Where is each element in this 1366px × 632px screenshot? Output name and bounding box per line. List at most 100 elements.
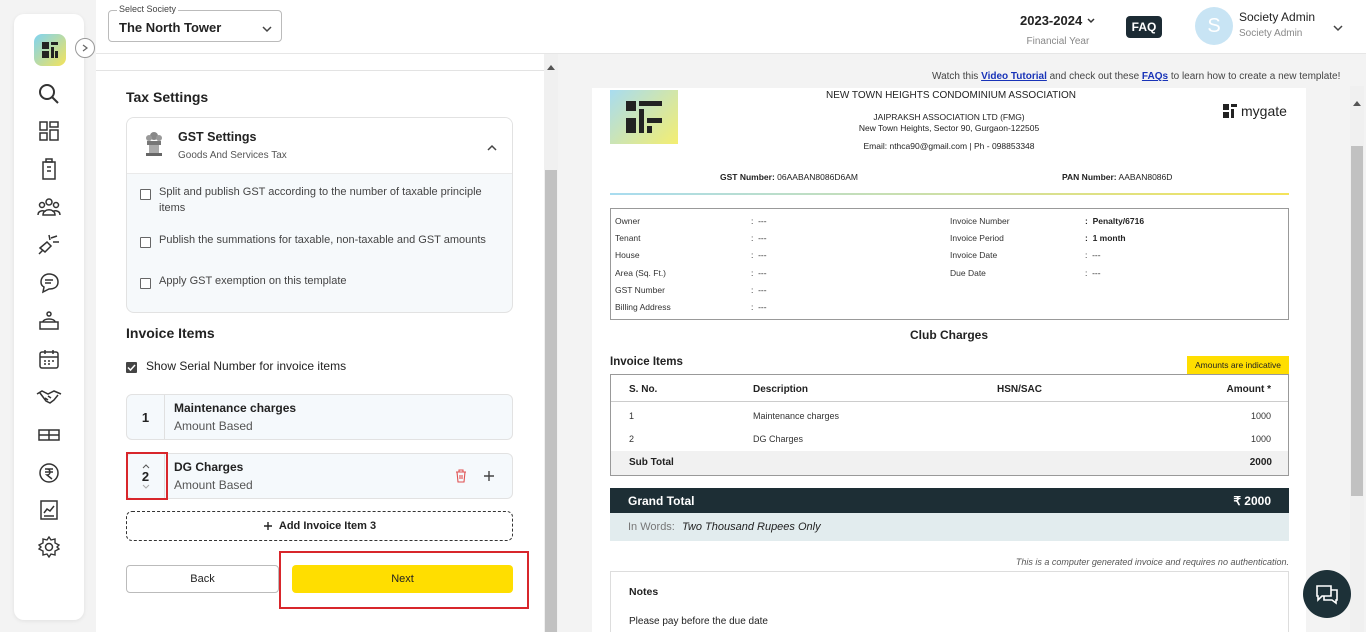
tutorial-text: Watch this: [932, 71, 979, 82]
chat-icon: [1316, 585, 1338, 605]
item-type: Amount Based: [174, 419, 253, 433]
table-cell: 1000: [1250, 434, 1271, 444]
invoice-item-card[interactable]: 2 DG Charges Amount Based: [126, 453, 513, 499]
admin-name[interactable]: Society Admin: [1239, 10, 1315, 24]
tutorial-text: to learn how to create a new template!: [1170, 71, 1341, 82]
org-subname: JAIPRAKSH ASSOCIATION LTD (FMG): [873, 112, 1025, 122]
gst-number-value: 06AABAN8086D6AM: [777, 172, 858, 182]
detail-label: Owner: [615, 216, 641, 226]
search-icon[interactable]: [36, 81, 62, 107]
tax-settings-title: Tax Settings: [126, 89, 209, 105]
divider: [611, 401, 1288, 402]
tutorial-note: Watch this Video Tutorial and check out …: [932, 71, 1340, 82]
residents-icon[interactable]: [36, 194, 62, 220]
item-name: Maintenance charges: [174, 401, 297, 415]
faqs-link[interactable]: FAQs: [1142, 71, 1168, 82]
gst-exemption-checkbox[interactable]: [140, 278, 151, 289]
reports-icon[interactable]: [36, 497, 62, 523]
show-serial-label: Show Serial Number for invoice items: [146, 359, 347, 373]
gst-split-checkbox[interactable]: [140, 189, 151, 200]
mygate-logo[interactable]: [34, 34, 66, 66]
notes-title: Notes: [629, 586, 659, 598]
plus-icon: [263, 522, 272, 530]
notes-box: Notes Please pay before the due date: [610, 571, 1289, 632]
org-contact: Email: nthca90@gmail.com | Ph - 09885334…: [863, 141, 1035, 151]
gst-settings-title: GST Settings: [178, 130, 257, 144]
words-value: Two Thousand Rupees Only: [682, 521, 821, 533]
invoice-details-box: Owner : --- Tenant : --- House : --- Are…: [610, 208, 1289, 320]
notes-text: Please pay before the due date: [629, 616, 768, 627]
indicative-badge: Amounts are indicative: [1187, 356, 1289, 374]
gift-icon[interactable]: [36, 422, 62, 448]
delete-icon[interactable]: [455, 469, 467, 488]
gst-number-label: GST Number:: [720, 172, 775, 182]
scroll-up-arrow-icon[interactable]: [1352, 94, 1362, 112]
table-cell: DG Charges: [753, 434, 804, 444]
divider: [610, 193, 1289, 195]
gst-summation-checkbox[interactable]: [140, 237, 151, 248]
detail-value: : ---: [1085, 268, 1101, 278]
detail-value: : ---: [1085, 250, 1101, 260]
pan-number-value: AABAN8086D: [1118, 172, 1173, 182]
building-icon[interactable]: [36, 156, 62, 182]
tutorial-text: and check out these: [1049, 71, 1140, 82]
back-button[interactable]: Back: [126, 565, 279, 593]
highlight-box: [126, 452, 168, 500]
detail-value: : ---: [751, 302, 767, 312]
org-name: NEW TOWN HEIGHTS CONDOMINIUM ASSOCIATION: [826, 90, 1077, 101]
scrollbar-thumb[interactable]: [545, 170, 557, 632]
rupee-icon[interactable]: [36, 460, 62, 486]
chat-support-button[interactable]: [1303, 570, 1351, 618]
video-tutorial-link[interactable]: Video Tutorial: [981, 71, 1047, 82]
chevron-up-icon[interactable]: [486, 140, 498, 158]
invoice-items-heading: Invoice Items: [610, 356, 683, 368]
org-address: New Town Heights, Sector 90, Gurgaon-122…: [858, 123, 1040, 133]
pan-number: PAN Number: AABAN8086D: [1062, 172, 1172, 182]
avatar[interactable]: S: [1195, 7, 1233, 45]
detail-value: : 1 month: [1085, 233, 1126, 243]
detail-value: : ---: [751, 250, 767, 260]
chevron-down-icon[interactable]: [1332, 20, 1344, 38]
financial-year-label: Financial Year: [1026, 36, 1090, 47]
detail-value: : Penalty/6716: [1085, 216, 1145, 226]
expand-sidebar-button[interactable]: [75, 38, 95, 58]
table-cell: Maintenance charges: [753, 411, 840, 421]
column-header: Description: [753, 384, 809, 395]
preview-scrollbar[interactable]: [1350, 86, 1364, 632]
calendar-icon[interactable]: [36, 346, 62, 372]
scroll-up-arrow-icon[interactable]: [546, 58, 556, 76]
plus-icon[interactable]: [483, 469, 495, 487]
gst-settings-header[interactable]: GST Settings Goods And Services Tax: [127, 118, 512, 174]
invoice-item-card[interactable]: 1 Maintenance charges Amount Based: [126, 394, 513, 440]
pan-number-label: PAN Number:: [1062, 172, 1117, 182]
society-select-value: The North Tower: [119, 20, 222, 35]
top-header: Select Society The North Tower 2023-2024…: [96, 0, 1366, 54]
detail-label: Invoice Number: [950, 216, 1010, 226]
society-select[interactable]: Select Society The North Tower: [108, 4, 282, 42]
service-icon[interactable]: [36, 308, 62, 334]
helpdesk-icon[interactable]: [36, 232, 62, 258]
dashboard-icon[interactable]: [36, 118, 62, 144]
handshake-icon[interactable]: [36, 384, 62, 410]
add-invoice-item-button[interactable]: Add Invoice Item 3: [126, 511, 513, 541]
detail-label: Tenant: [615, 233, 641, 243]
faq-button[interactable]: FAQ: [1126, 16, 1162, 38]
chat-icon[interactable]: [36, 270, 62, 296]
mygate-brand: mygate: [1222, 103, 1287, 119]
detail-label: Invoice Date: [950, 250, 998, 260]
show-serial-checkbox[interactable]: [126, 362, 137, 373]
subtotal-row: Sub Total 2000: [611, 451, 1288, 475]
form-scrollbar[interactable]: [544, 54, 558, 632]
financial-year-selector[interactable]: 2023-2024 Financial Year: [1020, 13, 1096, 47]
gst-settings-card: GST Settings Goods And Services Tax Spli…: [126, 117, 513, 313]
subtotal-value: 2000: [1249, 457, 1272, 468]
computer-generated-note: This is a computer generated invoice and…: [1015, 557, 1289, 567]
form-panel: Tax Settings GST Settings Goods And Serv…: [96, 54, 544, 632]
detail-label: Due Date: [950, 268, 986, 278]
settings-icon[interactable]: [36, 534, 62, 560]
gst-summation-label: Publish the summations for taxable, non-…: [159, 234, 486, 246]
detail-label: GST Number: [615, 285, 665, 295]
scrollbar-thumb[interactable]: [1351, 146, 1363, 496]
brand-name: mygate: [1241, 103, 1287, 119]
detail-label: Billing Address: [615, 302, 671, 312]
